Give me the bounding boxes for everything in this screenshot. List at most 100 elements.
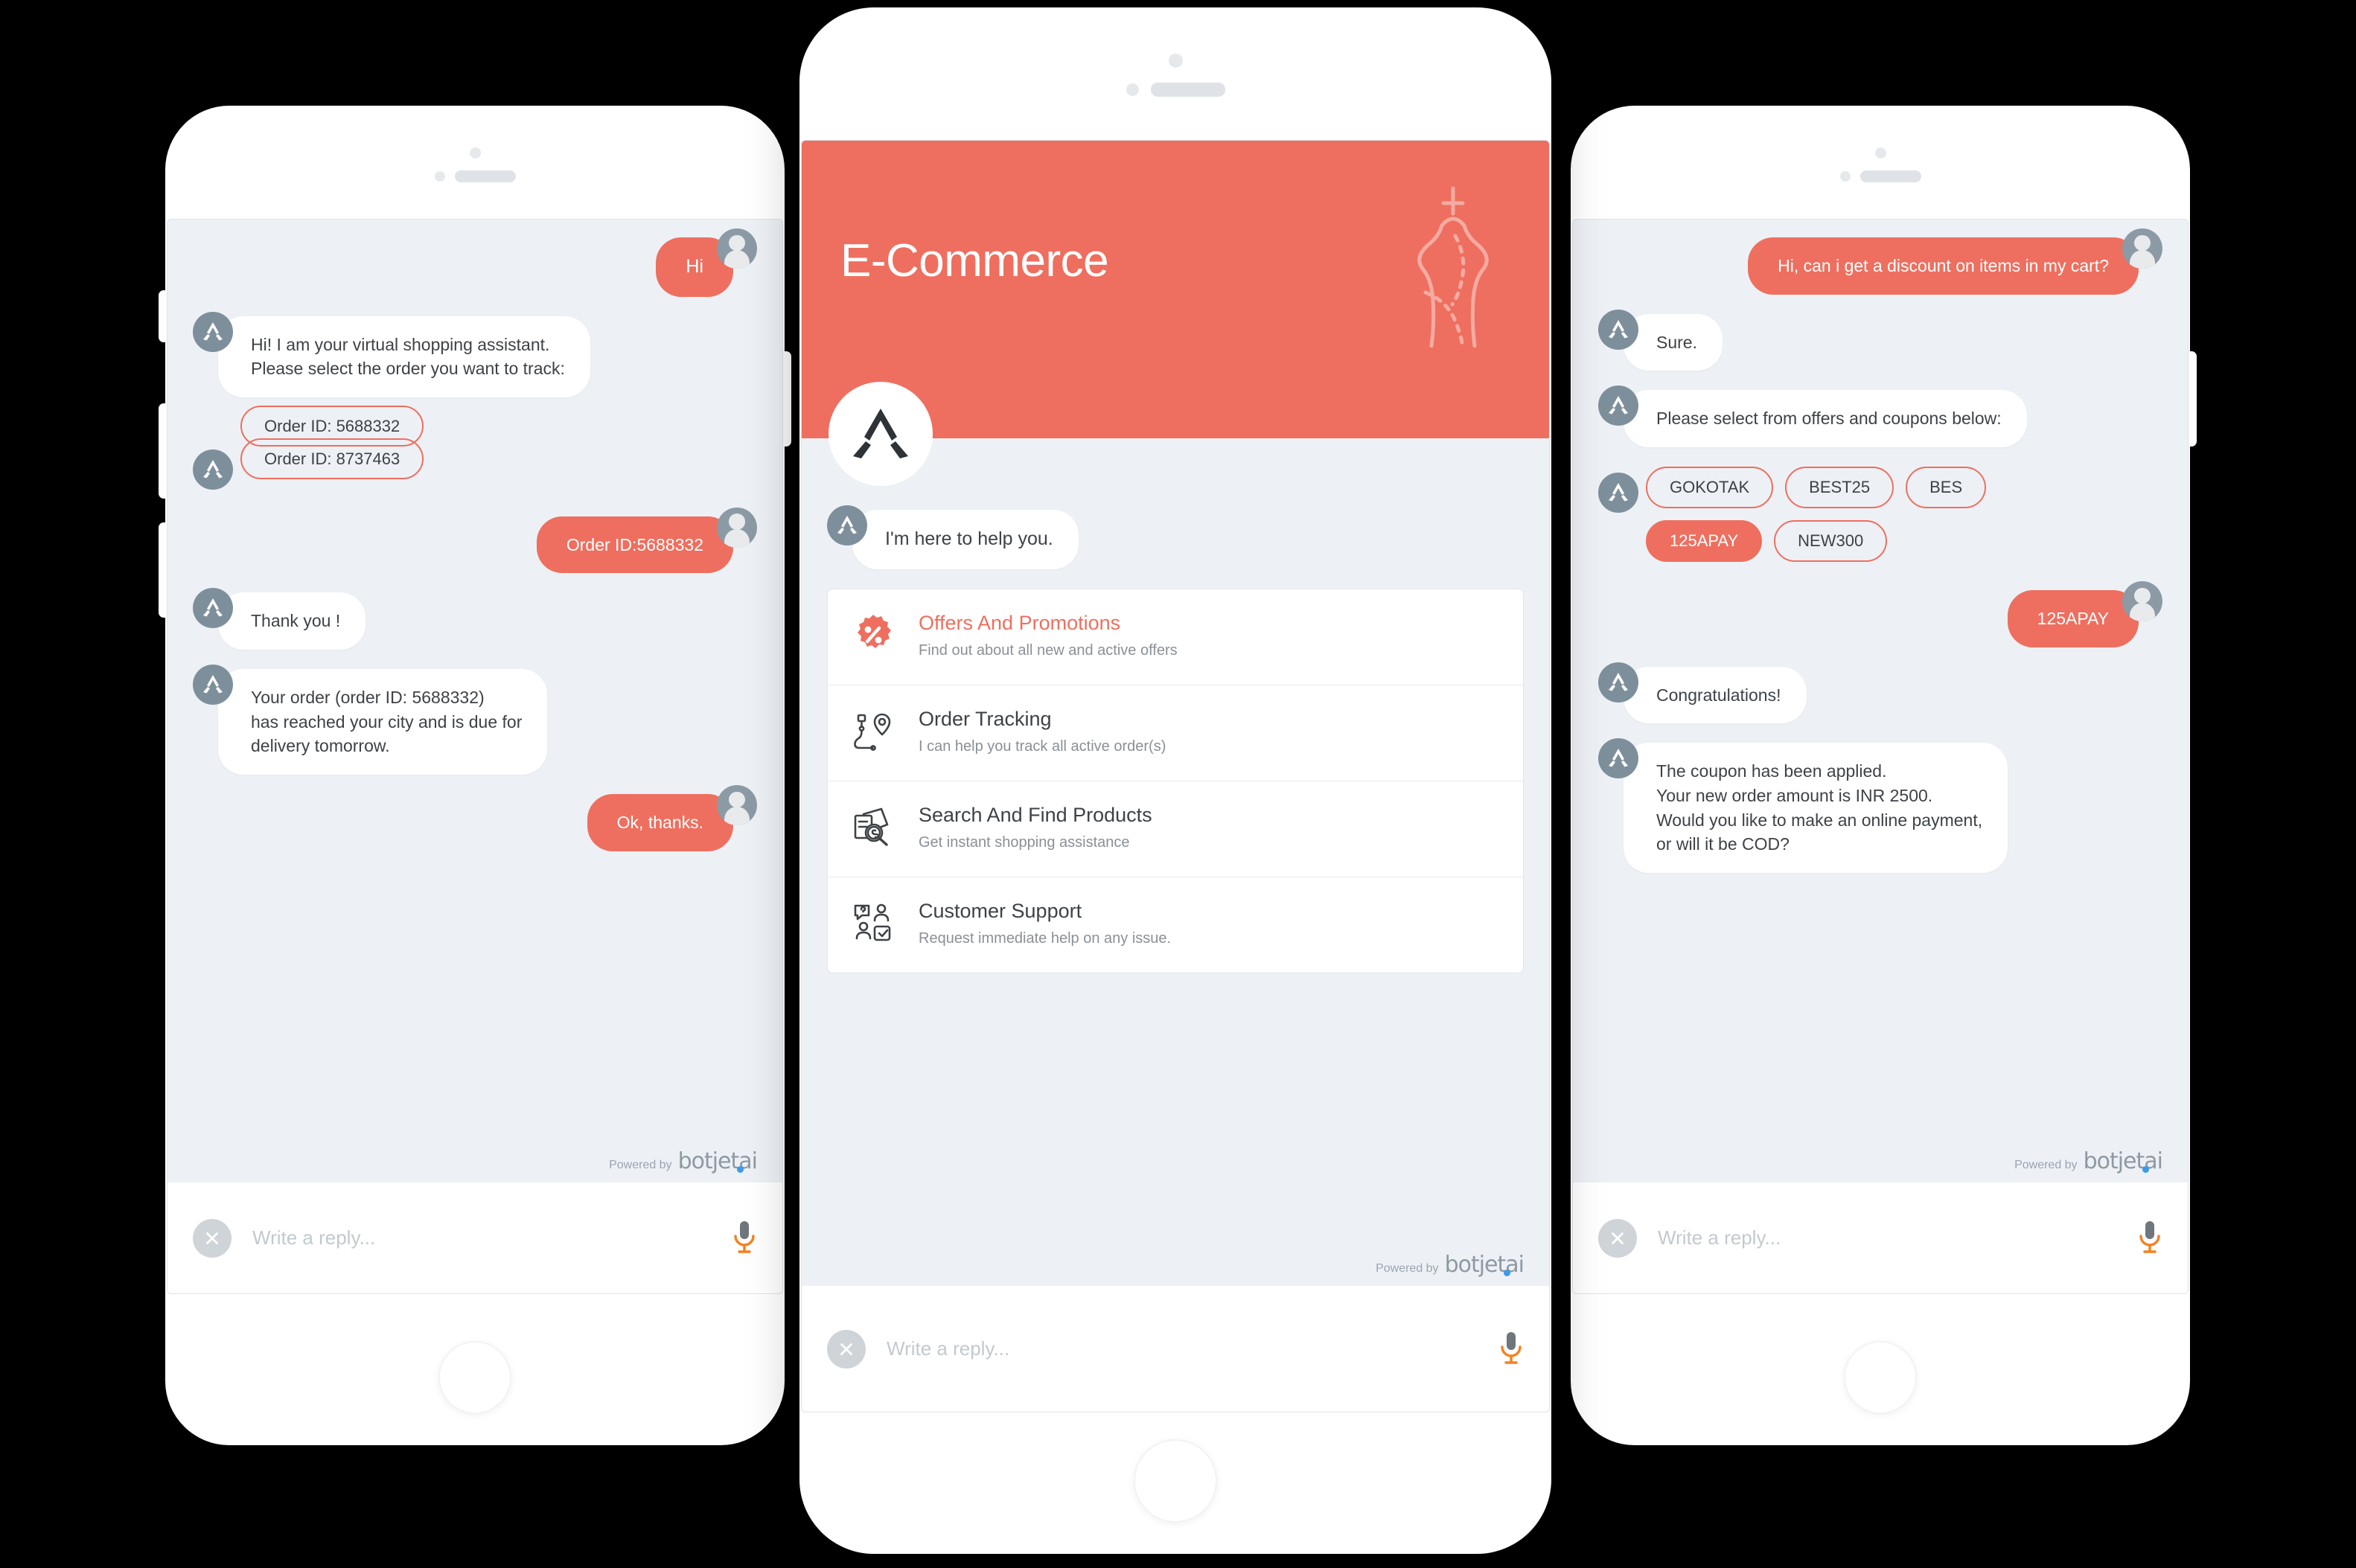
chat-message-row: Hi! I am your virtual shopping assistant…: [193, 311, 757, 397]
center-chat-body: I'm here to help you. Offers And Promoti…: [802, 438, 1549, 1285]
user-avatar: [2122, 228, 2162, 269]
right-phone-device: Hi, can i get a discount on items in my …: [1571, 106, 2197, 1445]
search-documents-icon: [850, 804, 896, 850]
menu-item-title: Offers And Promotions: [919, 611, 1121, 634]
left-reply-input-bar: Write a reply...: [167, 1182, 782, 1293]
coupon-chip[interactable]: GOKOTAK: [1646, 466, 1774, 508]
user-avatar: [717, 228, 757, 269]
earpiece-speaker-icon: [1859, 170, 1921, 182]
proximity-sensor-icon: [1126, 83, 1139, 96]
order-id-chip[interactable]: Order ID: 8737463: [240, 438, 424, 479]
center-reply-input-bar: Write a reply...: [802, 1285, 1549, 1412]
chat-message-row: Congratulations!: [1598, 662, 2162, 724]
app-header: E-Commerce: [802, 141, 1549, 486]
home-button[interactable]: [1844, 1341, 1917, 1414]
microphone-icon[interactable]: [2137, 1219, 2162, 1258]
right-reply-input-bar: Write a reply...: [1573, 1182, 2188, 1293]
chat-chip-row: Order ID: 5688332 Order ID: 8737463: [193, 405, 757, 490]
power-button[interactable]: [2188, 351, 2197, 447]
coupon-chip-selected[interactable]: 125APAY: [1646, 519, 1763, 562]
front-camera-icon: [1168, 54, 1183, 68]
chat-message-row: Your order (order ID: 5688332) has reach…: [193, 665, 757, 775]
user-message-bubble: Hi, can i get a discount on items in my …: [1748, 237, 2139, 295]
powered-by-label: Powered by: [1376, 1262, 1439, 1275]
chat-message-row: Ok, thanks.: [193, 785, 757, 851]
chat-chip-row: GOKOTAK BEST25 BES 125APAY NEW300: [1598, 466, 2162, 562]
chat-message-row: The coupon has been applied. Your new or…: [1598, 738, 2162, 873]
proximity-sensor-icon: [1839, 171, 1851, 182]
bot-message-bubble: Hi! I am your virtual shopping assistant…: [218, 316, 590, 397]
user-avatar: [717, 507, 757, 548]
left-chat-thread: Hi Hi! I am your virtual shopping assist…: [167, 220, 782, 1182]
reply-input-placeholder[interactable]: Write a reply...: [887, 1337, 1498, 1360]
right-phone-screen: Hi, can i get a discount on items in my …: [1572, 219, 2189, 1294]
menu-item-subtitle: I can help you track all active order(s): [919, 737, 1166, 755]
chat-message-row: Hi: [193, 228, 757, 297]
proximity-sensor-icon: [434, 171, 445, 182]
menu-item-search-and-find-products[interactable]: Search And Find Products Get instant sho…: [828, 781, 1523, 877]
botjet-logo: botjetai: [677, 1148, 758, 1174]
user-message-bubble: Order ID:5688332: [536, 516, 733, 574]
chat-message-row: Order ID:5688332: [193, 507, 757, 574]
microphone-icon[interactable]: [732, 1219, 757, 1258]
bot-message-bubble: Thank you !: [218, 592, 366, 650]
phone-sensor-cluster: [165, 147, 785, 182]
bot-message-bubble: The coupon has been applied. Your new or…: [1624, 743, 2008, 873]
user-message-bubble: Ok, thanks.: [587, 794, 733, 851]
chat-message-row: Sure.: [1598, 309, 2162, 371]
route-pin-icon: [850, 708, 896, 754]
bot-greeting-bubble: I'm here to help you.: [852, 510, 1079, 569]
menu-item-offers-and-promotions[interactable]: Offers And Promotions Find out about all…: [828, 589, 1523, 685]
phone-sensor-cluster: [799, 54, 1551, 97]
menu-item-subtitle: Find out about all new and active offers: [919, 641, 1178, 659]
menu-item-customer-support[interactable]: Customer Support Request immediate help …: [828, 877, 1523, 973]
discount-badge-icon: [850, 612, 896, 658]
bot-avatar: [193, 449, 233, 490]
center-phone-screen: E-Commerce I'm here to help you. Offers …: [801, 140, 1550, 1412]
bot-avatar: [1598, 662, 1638, 703]
bot-avatar: [1598, 385, 1638, 426]
botjet-logo: botjetai: [2083, 1148, 2163, 1174]
microphone-icon[interactable]: [1498, 1330, 1524, 1369]
powered-by-label: Powered by: [609, 1159, 672, 1171]
bot-avatar: [193, 311, 233, 352]
bot-avatar: [193, 588, 233, 629]
coupon-chip[interactable]: BES: [1906, 466, 1987, 508]
powered-by-label: Powered by: [2014, 1159, 2078, 1171]
chat-message-row: I'm here to help you.: [827, 505, 1524, 569]
chat-message-row: 125APAY: [1598, 580, 2162, 647]
coupon-chip[interactable]: BEST25: [1785, 466, 1894, 508]
front-camera-icon: [1874, 147, 1886, 159]
bot-avatar: [193, 665, 233, 705]
close-icon[interactable]: [1598, 1218, 1637, 1258]
menu-item-subtitle: Get instant shopping assistance: [919, 833, 1130, 851]
earpiece-speaker-icon: [1150, 83, 1225, 97]
user-message-bubble: 125APAY: [2007, 589, 2139, 647]
customer-support-icon: [850, 900, 896, 946]
reply-input-placeholder[interactable]: Write a reply...: [1658, 1226, 2137, 1249]
close-icon[interactable]: [827, 1329, 866, 1369]
earpiece-speaker-icon: [454, 170, 516, 182]
chat-message-row: Thank you !: [193, 588, 757, 650]
reply-input-placeholder[interactable]: Write a reply...: [252, 1226, 732, 1249]
bot-avatar: [1598, 309, 1638, 350]
coupon-chip[interactable]: NEW300: [1774, 519, 1888, 562]
user-avatar: [717, 785, 757, 826]
power-button[interactable]: [782, 351, 791, 447]
home-button[interactable]: [1134, 1439, 1217, 1523]
user-avatar: [2122, 580, 2162, 621]
bot-message-bubble: Your order (order ID: 5688332) has reach…: [218, 669, 548, 775]
chat-message-row: Please select from offers and coupons be…: [1598, 385, 2162, 447]
menu-item-order-tracking[interactable]: Order Tracking I can help you track all …: [828, 685, 1523, 781]
phone-sensor-cluster: [1571, 147, 2190, 182]
left-phone-device: Hi Hi! I am your virtual shopping assist…: [159, 106, 791, 1445]
chat-message-row: Hi, can i get a discount on items in my …: [1598, 228, 2162, 295]
bot-message-bubble: Congratulations!: [1624, 666, 1807, 724]
close-icon[interactable]: [193, 1218, 232, 1258]
bot-menu-card: Offers And Promotions Find out about all…: [827, 588, 1524, 973]
powered-by-branding: Powered by botjetai: [1376, 1252, 1525, 1278]
home-button[interactable]: [438, 1341, 511, 1414]
right-chat-thread: Hi, can i get a discount on items in my …: [1573, 220, 2188, 1182]
botjet-logo: botjetai: [1444, 1252, 1525, 1278]
bot-avatar: [827, 505, 867, 545]
